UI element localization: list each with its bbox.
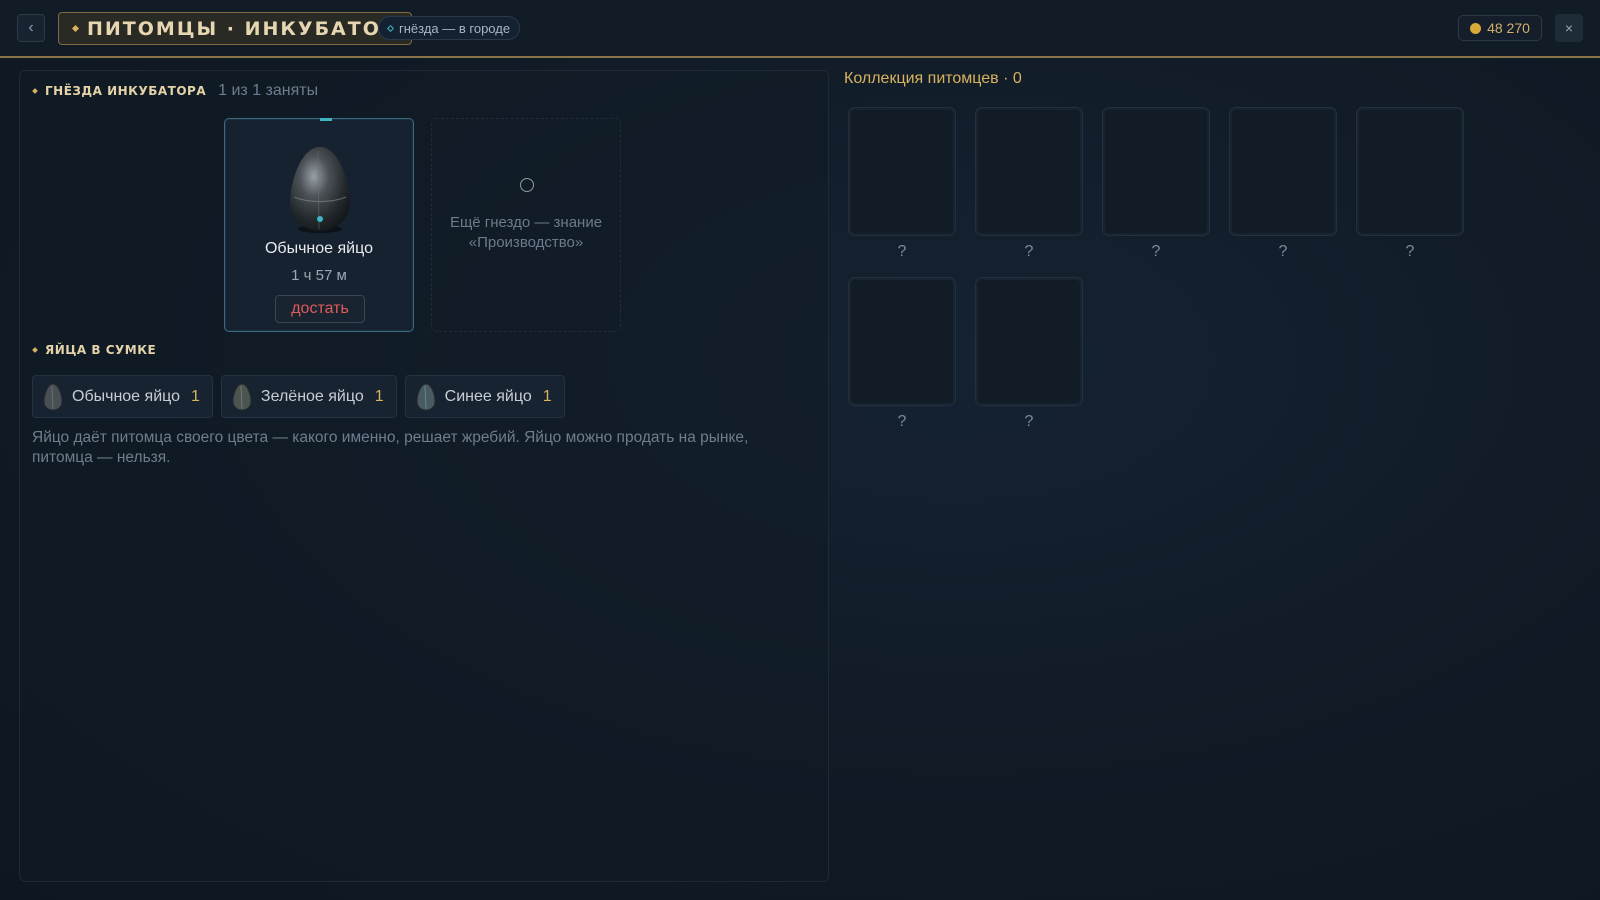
locked-nest-text: Ещё гнездо — знание «Производство» [449,214,603,251]
chevron-left-icon: ‹ [28,19,34,36]
location-tag-text: гнёзда — в городе [399,20,511,36]
bag-description: Яйцо даёт питомца своего цвета — какого … [32,429,749,466]
collection-title: Коллекция питомцев · 0 [844,70,1022,87]
bag-heading-text: ЯЙЦА В СУМКЕ [45,343,157,357]
incubator-heading: ГНЁЗДА ИНКУБАТОРА 1 из 1 заняты [32,82,319,100]
bag-item-green-egg[interactable]: Зелёное яйцо 1 [220,375,397,418]
collection-slot[interactable] [1229,107,1337,236]
page-title-text: ПИТОМЦЫ · ИНКУБАТОР [87,17,397,40]
egg-icon [43,382,63,411]
coin-icon [1470,22,1482,34]
egg-icon [290,147,350,233]
collection-slot-label: ? [1405,243,1415,260]
egg-icon [232,382,252,411]
top-bar: ‹ ПИТОМЦЫ · ИНКУБАТОР гнёзда — в городе … [0,0,1600,58]
collection-slot[interactable] [1356,107,1464,236]
bag-item-count: 1 [374,387,384,405]
back-button[interactable]: ‹ [17,14,45,42]
bag-item-count: 1 [191,387,200,405]
nest-timer: 1 ч 57 м [291,267,347,284]
diamond-icon [71,24,80,33]
collection-slot[interactable] [848,277,956,406]
currency-amount: 48 270 [1487,20,1530,36]
incubator-panel: ГНЁЗДА ИНКУБАТОРА 1 из 1 заняты Обычное … [19,70,829,882]
nest-slot-locked: Ещё гнездо — знание «Производство» [431,118,621,332]
close-icon: × [1564,20,1574,36]
collection-slot[interactable] [975,277,1083,406]
diamond-outline-icon [386,24,395,32]
collection-slot-label: ? [1278,243,1288,260]
collection-slot-label: ? [1024,413,1034,430]
diamond-icon [32,347,38,353]
close-button[interactable]: × [1555,14,1583,42]
collection-slot[interactable] [848,107,956,236]
collection-slot[interactable] [975,107,1083,236]
bag-item-count: 1 [542,387,552,405]
bag-egg-list: Обычное яйцо 1 Зелёное яйцо 1 Синее яйцо… [32,375,565,418]
nest-egg-name: Обычное яйцо [264,240,373,257]
bag-heading: ЯЙЦА В СУМКЕ [32,343,157,357]
diamond-icon [32,88,38,94]
location-tag: гнёзда — в городе [378,16,521,40]
nest-active-marker [320,118,332,121]
incubator-occupancy: 1 из 1 заняты [218,82,319,99]
bag-item-name: Синее яйцо [444,387,532,405]
nest-slot-occupied[interactable]: Обычное яйцо 1 ч 57 м достать [224,118,414,332]
egg-icon [416,382,436,411]
incubator-heading-text: ГНЁЗДА ИНКУБАТОРА [45,84,207,98]
collection-slot[interactable] [1102,107,1210,236]
collection-slot-label: ? [1024,243,1034,260]
page-title: ПИТОМЦЫ · ИНКУБАТОР [58,12,412,45]
currency-display: 48 270 [1458,15,1542,41]
bag-item-name: Обычное яйцо [72,387,181,405]
bag-item-name: Зелёное яйцо [260,387,364,405]
bag-item-blue-egg[interactable]: Синее яйцо 1 [404,375,565,418]
collection-slot-label: ? [897,243,907,260]
bag-item-common-egg[interactable]: Обычное яйцо 1 [32,375,213,418]
circle-icon [520,178,534,192]
collection-slot-label: ? [1151,243,1161,260]
take-egg-button[interactable]: достать [275,295,365,323]
collection-slot-label: ? [897,413,907,430]
